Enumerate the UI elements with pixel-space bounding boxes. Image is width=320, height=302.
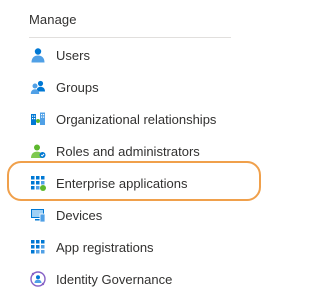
nav-item-label: App registrations [56, 239, 154, 255]
nav-item-label: Users [56, 47, 90, 63]
section-divider [29, 37, 231, 38]
app-registrations-icon [30, 239, 46, 255]
enterprise-apps-icon [30, 175, 46, 191]
groups-icon [30, 79, 46, 95]
nav-item-devices[interactable]: Devices [30, 200, 250, 230]
identity-governance-icon [30, 271, 46, 287]
nav-item-label: Roles and administrators [56, 143, 200, 159]
devices-icon [30, 207, 46, 223]
nav-item-label: Devices [56, 207, 103, 223]
nav-item-organizational-relationships[interactable]: Organizational relationships [30, 104, 250, 134]
nav-item-label: Organizational relationships [56, 111, 217, 127]
nav-item-label: Groups [56, 79, 99, 95]
section-header-manage: Manage [29, 12, 77, 27]
nav-item-enterprise-applications[interactable]: Enterprise applications [30, 168, 250, 198]
user-icon [30, 47, 46, 63]
organizational-relationships-icon [30, 111, 46, 127]
nav-item-groups[interactable]: Groups [30, 72, 250, 102]
nav-item-app-registrations[interactable]: App registrations [30, 232, 250, 262]
roles-icon [30, 143, 46, 159]
manage-menu-panel: Manage Users Groups Organizational relat… [0, 0, 263, 302]
nav-item-label: Identity Governance [56, 271, 173, 287]
nav-item-identity-governance[interactable]: Identity Governance [30, 264, 250, 294]
nav-item-label: Enterprise applications [56, 175, 188, 191]
nav-item-users[interactable]: Users [30, 40, 250, 70]
nav-item-roles-and-administrators[interactable]: Roles and administrators [30, 136, 250, 166]
